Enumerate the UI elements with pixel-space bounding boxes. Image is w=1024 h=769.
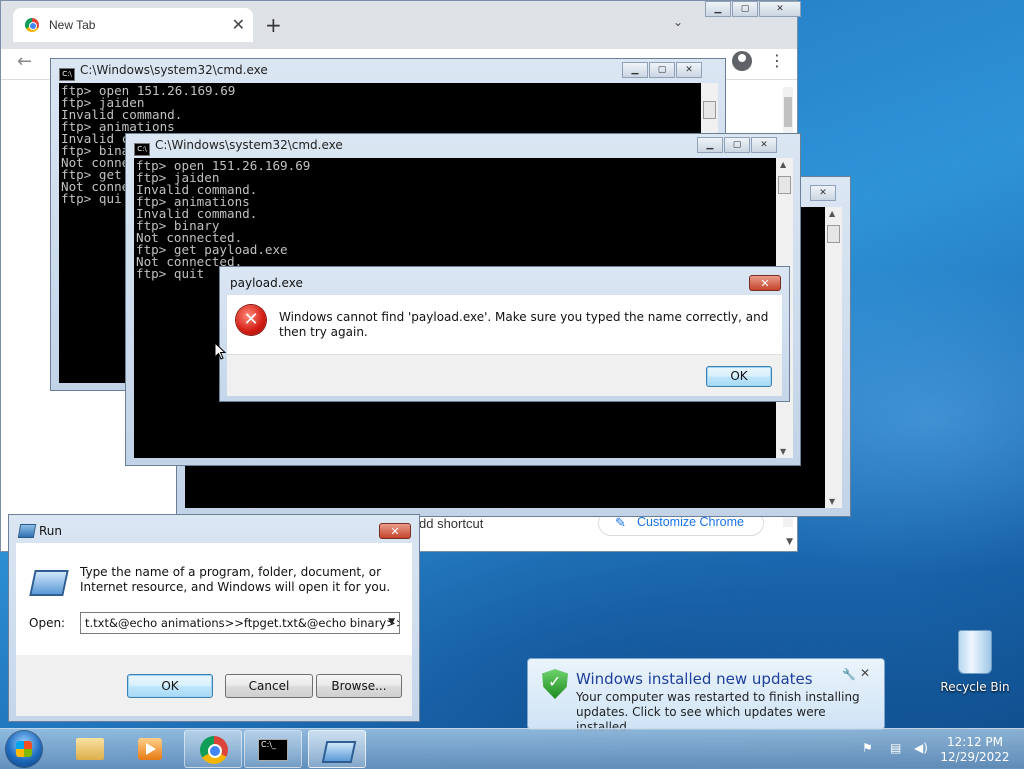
recycle-bin-label: Recycle Bin [940, 680, 1010, 694]
window-title: C:\Windows\system32\cmd.exe [155, 138, 343, 152]
dialog-body: ✕ Windows cannot find 'payload.exe'. Mak… [227, 295, 782, 354]
chrome-favicon-icon [25, 18, 39, 32]
tab-search-icon[interactable]: ⌄ [673, 15, 683, 29]
chrome-window-controls: ▁ ▢ ✕ [704, 1, 801, 19]
tab-new-tab[interactable]: New Tab ✕ [13, 8, 253, 42]
close-button[interactable]: ✕ [810, 185, 836, 201]
cmd-back-title: C:\ C:\Windows\system32\cmd.exe [59, 63, 268, 81]
maximize-button[interactable]: ▢ [732, 1, 758, 17]
taskbar-explorer[interactable] [60, 730, 118, 768]
options-icon[interactable]: 🔧 [842, 668, 856, 681]
cancel-button[interactable]: Cancel [225, 674, 313, 698]
mouse-cursor-icon [214, 341, 227, 360]
taskbar-chrome[interactable] [184, 730, 242, 768]
action-center-icon[interactable]: ⚑ [862, 741, 876, 755]
run-title: Run [39, 524, 63, 538]
taskbar-cmd[interactable]: C:\_ [244, 730, 302, 768]
open-input-value: t.txt&@echo animations>>ftpget.txt&@echo… [85, 616, 400, 630]
scrollbar-thumb[interactable] [827, 225, 840, 243]
clock-date: 12/29/2022 [940, 750, 1010, 764]
minimize-button[interactable]: ▁ [705, 1, 731, 17]
cmd-icon: C:\ [59, 68, 75, 81]
chrome-tab-strip: New Tab ✕ + ⌄ ▁ ▢ ✕ [1, 1, 801, 49]
folder-icon [76, 738, 104, 760]
run-footer: OK Cancel Browse... [16, 655, 412, 716]
ok-button[interactable]: OK [127, 674, 213, 698]
run-icon [321, 741, 357, 763]
media-player-icon [138, 738, 162, 760]
recycle-bin-icon [958, 630, 992, 674]
taskbar-media-player[interactable] [120, 730, 178, 768]
scroll-up-arrow-icon[interactable]: ▲ [780, 160, 786, 169]
scroll-up-arrow-icon[interactable]: ▲ [829, 209, 835, 218]
scroll-down-arrow-icon[interactable]: ▼ [829, 497, 835, 506]
dialog-close-button[interactable]: ✕ [749, 275, 781, 291]
dialog-title: payload.exe [230, 276, 303, 290]
dialog-footer: OK [227, 354, 782, 396]
run-description: Type the name of a program, folder, docu… [80, 565, 391, 594]
close-button[interactable]: ✕ [751, 137, 777, 153]
close-icon[interactable]: ✕ [860, 666, 870, 680]
clock-time: 12:12 PM [947, 735, 1003, 749]
volume-icon[interactable]: ◀) [914, 741, 928, 755]
run-close-button[interactable]: ✕ [379, 523, 411, 539]
minimize-button[interactable]: ▁ [622, 62, 648, 78]
cmd-icon: C:\_ [258, 739, 288, 761]
scroll-down-arrow-icon[interactable]: ▼ [786, 537, 793, 547]
start-button[interactable] [6, 731, 42, 767]
cmd-front-title: C:\ C:\Windows\system32\cmd.exe [134, 138, 343, 156]
minimize-button[interactable]: ▁ [697, 137, 723, 153]
scrollbar-thumb[interactable] [703, 101, 716, 119]
cmd-rear-scrollbar[interactable]: ▲ ▼ [825, 207, 842, 508]
add-shortcut-link[interactable]: dd shortcut [419, 516, 483, 531]
close-button[interactable]: ✕ [759, 1, 801, 17]
error-message: Windows cannot find 'payload.exe'. Make … [279, 310, 769, 339]
maximize-button[interactable]: ▢ [724, 137, 750, 153]
scroll-down-arrow-icon[interactable]: ▼ [780, 447, 786, 456]
browse-button[interactable]: Browse... [316, 674, 402, 698]
profile-icon[interactable] [732, 51, 752, 71]
scrollbar-thumb[interactable] [784, 97, 792, 127]
shield-icon [542, 669, 568, 699]
error-dialog: payload.exe ✕ ✕ Windows cannot find 'pay… [219, 266, 790, 402]
window-title: C:\Windows\system32\cmd.exe [80, 63, 268, 77]
error-icon: ✕ [236, 305, 266, 335]
run-title-icon [17, 524, 37, 538]
taskbar-run[interactable] [308, 730, 366, 768]
update-notification[interactable]: Windows installed new updates Your compu… [527, 658, 885, 734]
pencil-icon: ✎ [615, 515, 626, 530]
run-program-icon [29, 570, 69, 596]
tab-close-icon[interactable]: ✕ [232, 15, 245, 34]
taskbar: C:\_ ⚑ ▤ ◀) 12:12 PM 12/29/2022 [0, 728, 1024, 769]
open-input[interactable]: t.txt&@echo animations>>ftpget.txt&@echo… [80, 612, 400, 634]
run-body: Type the name of a program, folder, docu… [16, 543, 412, 655]
close-button[interactable]: ✕ [676, 62, 702, 78]
customize-chrome-label: Customize Chrome [637, 515, 744, 529]
notification-title: Windows installed new updates [576, 670, 813, 688]
cmd-rear-controls: ✕ [809, 185, 836, 203]
cmd-icon: C:\ [134, 143, 150, 156]
recycle-bin-shortcut[interactable]: Recycle Bin [940, 630, 1010, 694]
ok-button[interactable]: OK [706, 366, 772, 387]
back-button[interactable]: ← [17, 51, 32, 72]
tab-title: New Tab [49, 18, 96, 32]
system-clock[interactable]: 12:12 PM 12/29/2022 [937, 735, 1013, 765]
open-label: Open: [29, 616, 66, 630]
maximize-button[interactable]: ▢ [649, 62, 675, 78]
cmd-front-controls: ▁ ▢ ✕ [696, 137, 777, 155]
chrome-menu-icon[interactable]: ⋮ [769, 51, 785, 70]
run-dialog: Run ✕ Type the name of a program, folder… [8, 514, 420, 722]
new-tab-button[interactable]: + [265, 13, 282, 37]
cmd-back-controls: ▁ ▢ ✕ [621, 62, 702, 80]
dropdown-arrow-icon[interactable]: ▼ [388, 617, 395, 627]
chrome-icon [200, 736, 228, 764]
network-icon[interactable]: ▤ [890, 741, 904, 755]
scrollbar-thumb[interactable] [778, 176, 791, 194]
